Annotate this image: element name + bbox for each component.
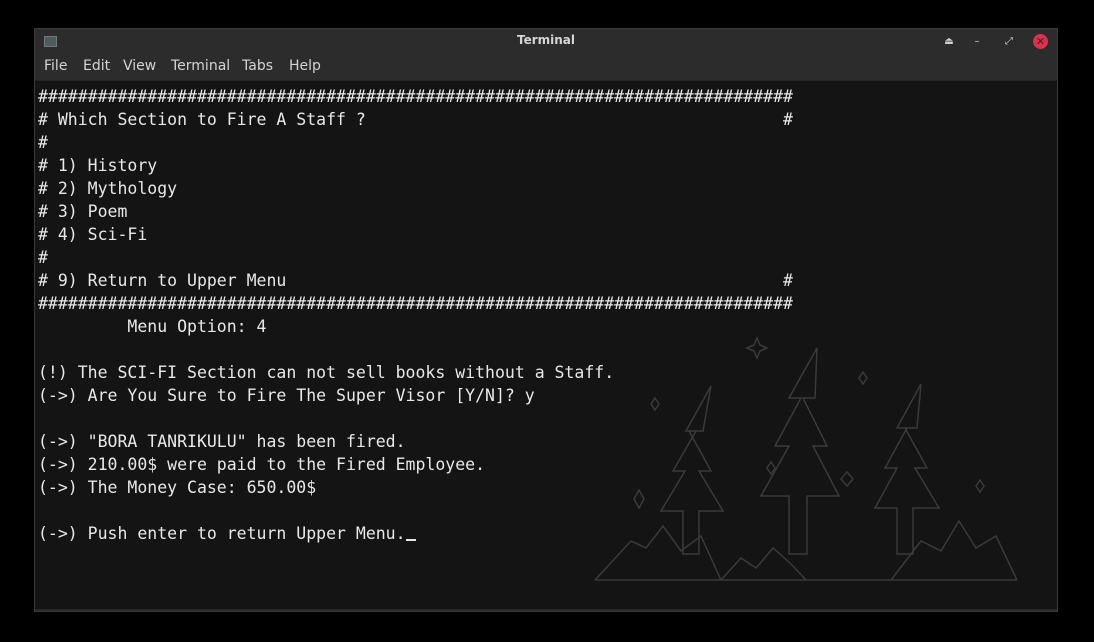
line-blank-hash-2: #: [38, 248, 48, 267]
line-option-return: # 9) Return to Upper Menu #: [38, 271, 793, 290]
line-payment: (->) 210.00$ were paid to the Fired Empl…: [38, 455, 486, 474]
line-fired-name: (->) "BORA TANRIKULU" has been fired.: [38, 432, 406, 451]
line-blank-hash: #: [38, 133, 48, 152]
window-title: Terminal: [516, 33, 576, 47]
maximize-button[interactable]: ⤢: [1001, 34, 1017, 50]
title-bar[interactable]: Terminal ⏏ – ⤢ ✕: [35, 29, 1057, 54]
line-menu-option: Menu Option: 4: [38, 317, 267, 336]
menu-help[interactable]: Help: [289, 58, 321, 74]
line-option-history: # 1) History: [38, 156, 158, 175]
line-confirm-prompt: (->) Are You Sure to Fire The Super Viso…: [38, 386, 535, 405]
line-money-case: (->) The Money Case: 650.00$: [38, 478, 317, 497]
terminal-content[interactable]: ########################################…: [35, 81, 1057, 611]
menu-view[interactable]: View: [123, 58, 156, 74]
line-push-enter: (->) Push enter to return Upper Menu.: [38, 524, 406, 543]
line-heading: # Which Section to Fire A Staff ? #: [38, 110, 793, 129]
line-option-poem: # 3) Poem: [38, 202, 128, 221]
line-border-bottom: ########################################…: [38, 294, 793, 313]
menu-bar: File Edit View Terminal Tabs Help: [35, 54, 1057, 81]
bottom-edge: [35, 609, 1057, 611]
text-cursor: [405, 523, 416, 541]
eject-icon[interactable]: ⏏: [941, 34, 957, 50]
line-border-top: ########################################…: [38, 87, 793, 106]
menu-edit[interactable]: Edit: [83, 58, 110, 74]
line-warning: (!) The SCI-FI Section can not sell book…: [38, 363, 615, 382]
close-button[interactable]: ✕: [1033, 34, 1048, 49]
minimize-button[interactable]: –: [969, 34, 985, 50]
menu-tabs[interactable]: Tabs: [242, 58, 273, 74]
line-option-scifi: # 4) Sci-Fi: [38, 225, 148, 244]
menu-terminal[interactable]: Terminal: [171, 58, 230, 74]
menu-file[interactable]: File: [44, 58, 67, 74]
terminal-output: ########################################…: [38, 85, 793, 545]
terminal-window: Terminal ⏏ – ⤢ ✕ File Edit View Terminal…: [34, 28, 1058, 612]
line-option-mythology: # 2) Mythology: [38, 179, 178, 198]
